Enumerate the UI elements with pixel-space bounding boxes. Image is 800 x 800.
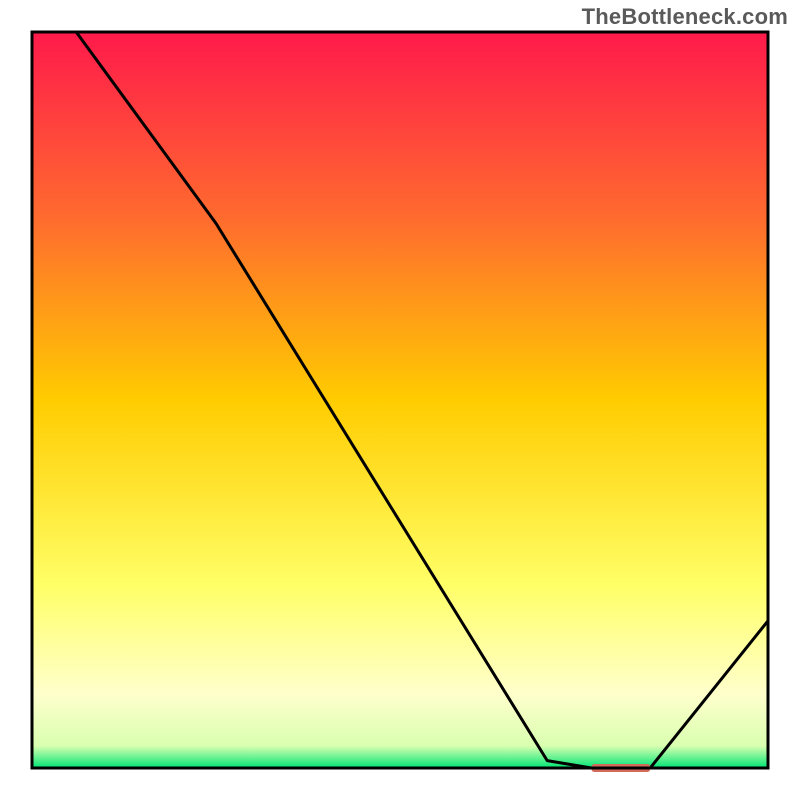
- chart-background: [32, 32, 768, 768]
- bottleneck-chart: [0, 0, 800, 800]
- chart-container: TheBottleneck.com: [0, 0, 800, 800]
